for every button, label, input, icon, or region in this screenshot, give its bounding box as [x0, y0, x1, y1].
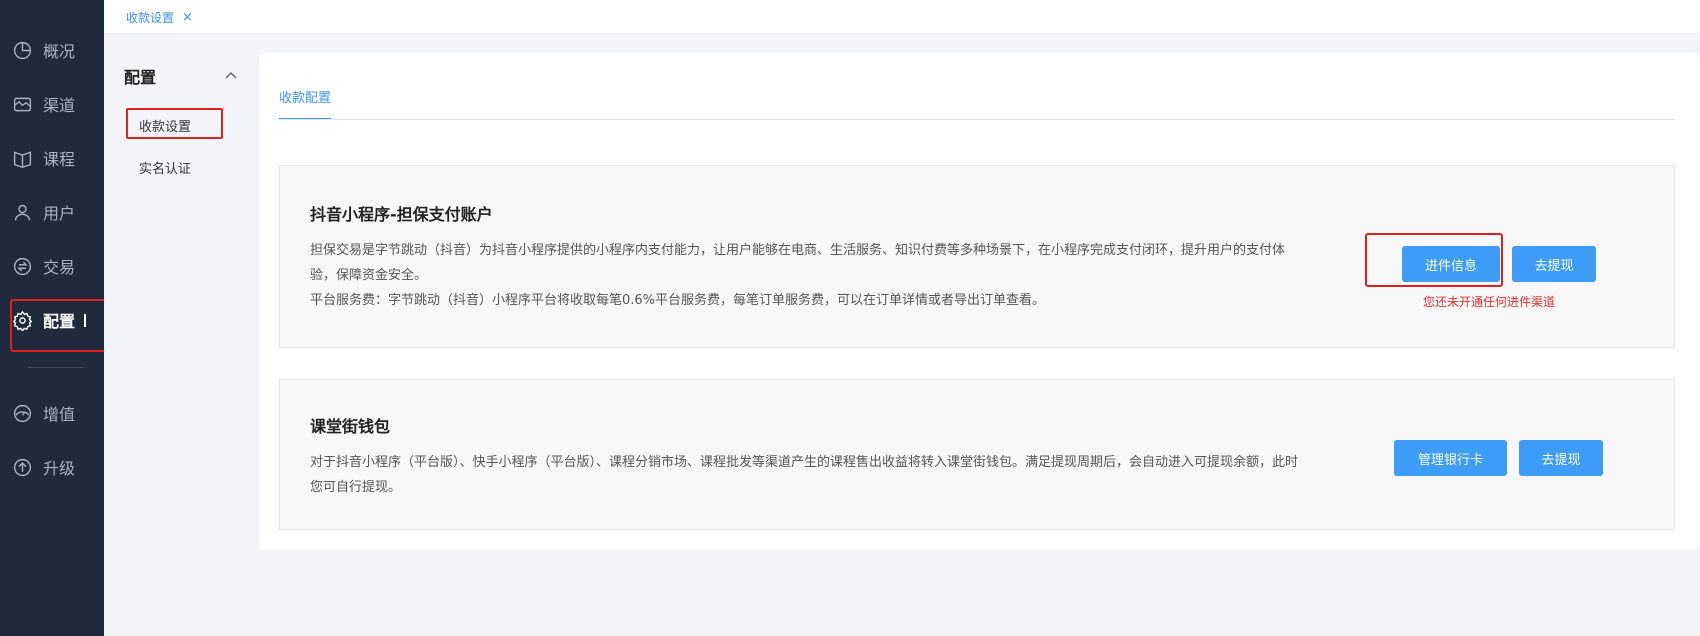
page-tab-label: 收款设置 [126, 11, 175, 25]
nav-item-label: 交易 [43, 258, 76, 277]
highlight-box-config [10, 299, 111, 352]
exchange-icon [11, 255, 33, 277]
nav-item-label: 用户 [43, 204, 76, 223]
page-tab-bar: 收款设置 × [104, 0, 1700, 34]
nav-item-label: 渠道 [43, 96, 76, 115]
douyin-panel-title: 抖音小程序-担保支付账户 [310, 205, 493, 224]
config-submenu: 配置 收款设置 实名认证 [104, 34, 244, 636]
douyin-fee-note: 平台服务费：字节跳动（抖音）小程序平台将收取每笔0.6%平台服务费，每笔订单服务… [310, 293, 1046, 308]
wallet-panel-title: 课堂街钱包 [310, 417, 391, 436]
tab-underline [279, 119, 1675, 120]
wallet-panel: 课堂街钱包 对于抖音小程序（平台版）、快手小程序（平台版）、课程分销市场、课程批… [279, 379, 1675, 530]
pie-chart-icon [11, 39, 33, 61]
nav-item-label: 课程 [43, 150, 76, 169]
nav-item-label: 增值 [43, 405, 76, 424]
nav-item-label: 升级 [43, 459, 76, 478]
douyin-description: 担保交易是字节跳动（抖音）为抖音小程序提供的小程序内支付能力，让用户能够在电商、… [310, 243, 1286, 283]
main-sidebar: 概况 渠道 课程 用户 交易 配置 增值 升级 [0, 0, 111, 636]
wallet-description: 对于抖音小程序（平台版）、快手小程序（平台版）、课程分销市场、课程批发等渠道产生… [310, 455, 1299, 495]
page-tab-payment-settings[interactable]: 收款设置 × [126, 9, 193, 26]
submenu-item-real-name[interactable]: 实名认证 [139, 158, 191, 177]
chevron-up-icon[interactable] [224, 68, 238, 82]
nav-item-overview[interactable]: 概况 [0, 23, 104, 77]
store-icon [11, 93, 33, 115]
tab-payment-config[interactable]: 收款配置 [279, 87, 332, 120]
gauge-icon [11, 402, 33, 424]
douyin-account-panel: 抖音小程序-担保支付账户 担保交易是字节跳动（抖音）为抖音小程序提供的小程序内支… [279, 165, 1675, 348]
highlight-box-payment-settings [126, 108, 223, 139]
upgrade-icon [11, 456, 33, 478]
nav-item-label: 概况 [43, 42, 76, 61]
no-channel-warning: 您还未开通任何进件渠道 [1423, 295, 1556, 309]
manage-bank-card-button[interactable]: 管理银行卡 [1394, 440, 1507, 476]
submenu-title: 配置 [124, 68, 157, 87]
nav-item-upgrade[interactable]: 升级 [0, 440, 104, 494]
nav-item-course[interactable]: 课程 [0, 131, 104, 185]
withdraw-button[interactable]: 去提现 [1512, 246, 1596, 282]
book-icon [11, 147, 33, 169]
user-icon [11, 201, 33, 223]
nav-item-user[interactable]: 用户 [0, 185, 104, 239]
wallet-withdraw-button[interactable]: 去提现 [1519, 440, 1603, 476]
main-card: 收款配置 抖音小程序-担保支付账户 担保交易是字节跳动（抖音）为抖音小程序提供的… [259, 53, 1700, 550]
sidebar-divider [28, 367, 83, 368]
close-icon[interactable]: × [182, 10, 193, 25]
nav-item-value-added[interactable]: 增值 [0, 386, 104, 440]
nav-item-channel[interactable]: 渠道 [0, 77, 104, 131]
nav-item-trade[interactable]: 交易 [0, 239, 104, 293]
onboarding-info-button[interactable]: 进件信息 [1402, 246, 1500, 282]
